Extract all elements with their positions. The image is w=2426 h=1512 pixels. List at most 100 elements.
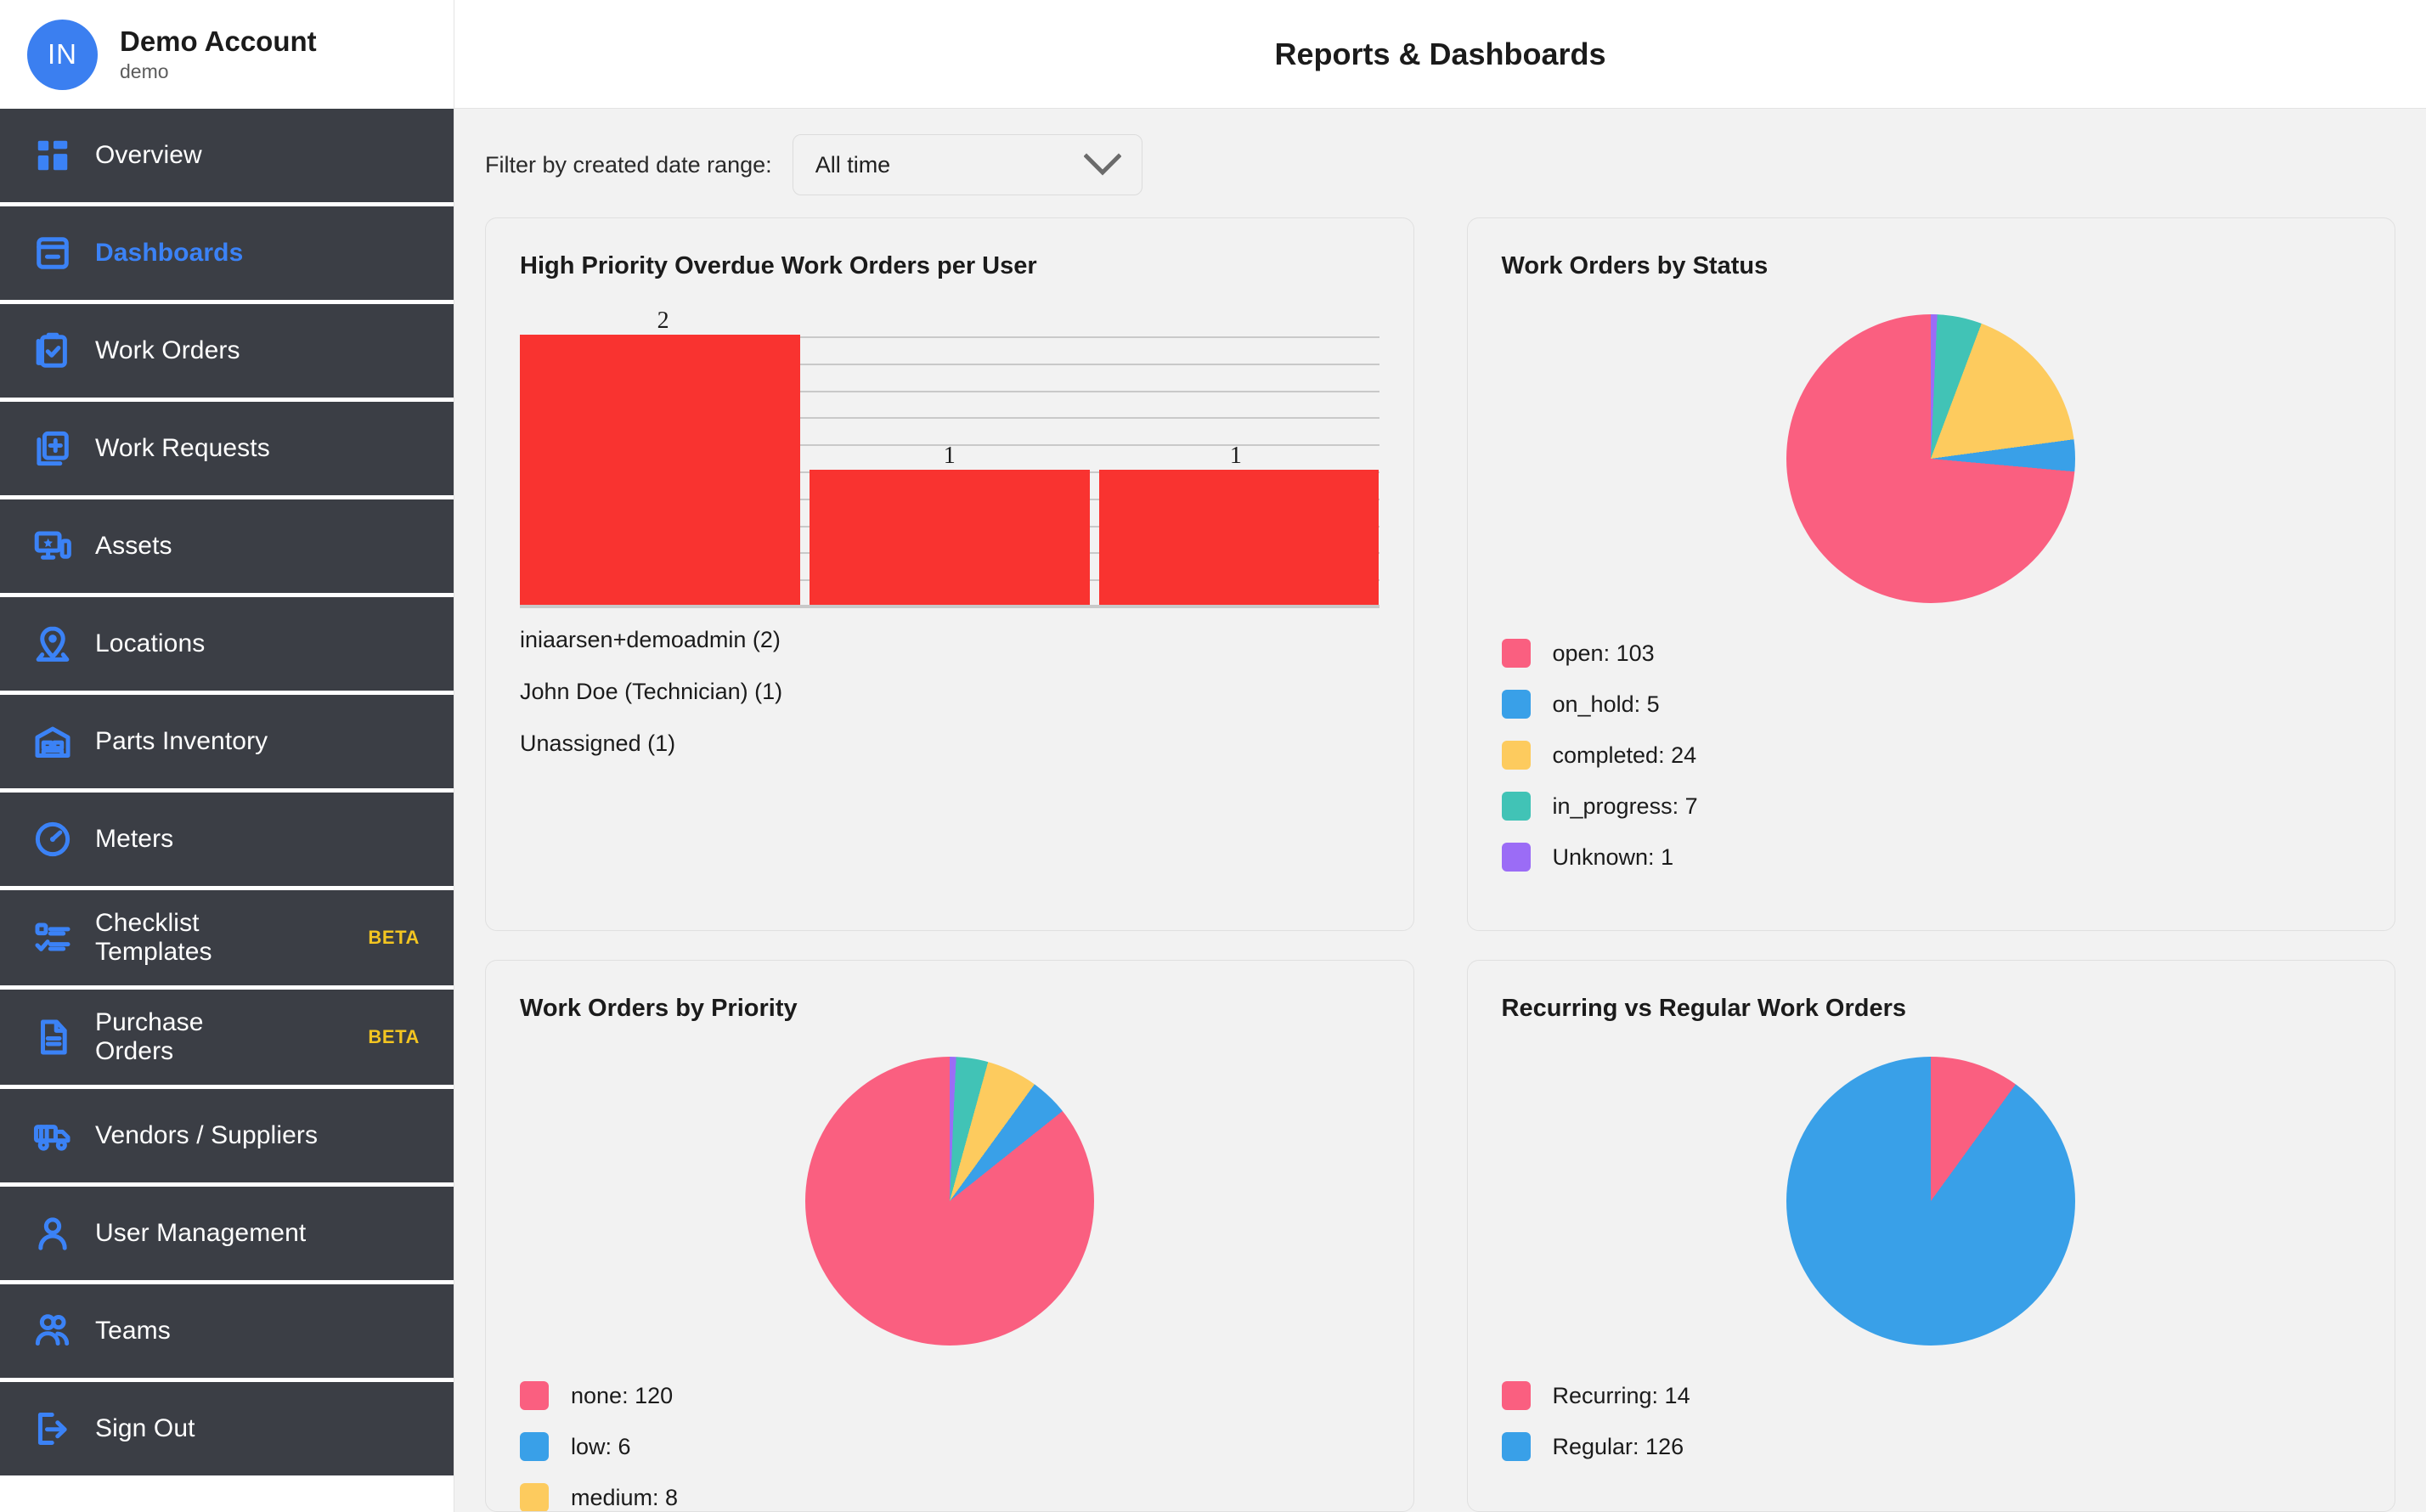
sidebar-item-assets[interactable]: Assets [0,499,454,593]
sidebar-item-purchase-orders[interactable]: Purchase Orders BETA [0,990,454,1085]
bar[interactable] [1098,470,1379,605]
sidebar-item-work-requests[interactable]: Work Requests [0,402,454,495]
monitor-star-icon [29,527,76,566]
page-title: Reports & Dashboards [1274,36,1606,71]
truck-icon [29,1116,76,1155]
filter-bar: Filter by created date range: All time [454,109,2426,217]
legend-item: in_progress: 7 [1501,792,1698,821]
bars [520,335,1379,605]
legend-label: completed: 24 [1552,742,1697,768]
warehouse-icon [29,722,76,761]
sidebar-item-label: Teams [95,1317,171,1346]
sidebar-item-vendors-suppliers[interactable]: Vendors / Suppliers [0,1089,454,1182]
date-range-select[interactable]: All time [792,134,1142,195]
legend-item: completed: 24 [1501,741,1698,770]
pie-legend-status: open: 103 on_hold: 5 completed: 24 in_progr… [1501,639,1698,872]
bar-plot-area [520,335,1379,608]
bar[interactable] [520,335,800,605]
account-name: Demo Account [120,25,317,57]
legend-label: low: 6 [571,1433,631,1459]
filter-label: Filter by created date range: [485,151,772,178]
sidebar-item-sign-out[interactable]: Sign Out [0,1382,454,1475]
bar-chart: 211 [520,307,1379,608]
sidebar-item-teams[interactable]: Teams [0,1284,454,1378]
clipboard-check-icon [29,331,76,370]
sidebar-item-label: User Management [95,1219,307,1248]
card-title: Work Orders by Status [1501,252,1769,279]
sidebar: IN Demo Account demo Overview Dashboards W… [0,0,454,1512]
pie-chart-priority [804,1057,1094,1346]
main-content: Reports & Dashboards Filter by created d… [454,0,2426,1512]
bar-legend-item: Unassigned (1) [520,731,676,756]
account-subtitle: demo [120,60,169,83]
checklist-icon [29,918,76,957]
legend-label: none: 120 [571,1382,674,1408]
legend-swatch [1501,1381,1531,1410]
chevron-down-icon [1083,153,1121,177]
user-icon [29,1214,76,1253]
bar-value-labels: 211 [520,307,1379,469]
sidebar-item-label: Purchase Orders [95,1008,204,1065]
bar-value-label: 2 [657,307,669,334]
account-header[interactable]: IN Demo Account demo [0,0,454,109]
legend-label: medium: 8 [571,1484,679,1510]
card-title: High Priority Overdue Work Orders per Us… [520,252,1037,279]
sidebar-item-parts-inventory[interactable]: Parts Inventory [0,695,454,788]
sidebar-item-label: Dashboards [95,239,244,268]
legend-item: none: 120 [520,1381,678,1410]
card-recurring-vs-regular: Recurring vs Regular Work Orders Recurri… [1466,960,2395,1512]
pie-chart-recurring [1786,1057,2076,1346]
legend-swatch [1501,1432,1531,1461]
sidebar-nav: Overview Dashboards Work Orders Work Reques… [0,109,454,1480]
account-text: Demo Account demo [120,25,317,83]
legend-item: low: 6 [520,1432,678,1461]
dashboard-grid: High Priority Overdue Work Orders per Us… [454,217,2426,1512]
sidebar-item-checklist-templates[interactable]: Checklist Templates BETA [0,890,454,985]
top-bar: Reports & Dashboards [454,0,2426,109]
sidebar-item-label: Work Orders [95,336,240,365]
sidebar-item-meters[interactable]: Meters [0,793,454,886]
dashboard-icon [29,234,76,273]
gridline [520,606,1379,608]
sidebar-item-user-management[interactable]: User Management [0,1187,454,1280]
sidebar-item-label: Work Requests [95,434,270,463]
legend-item: Regular: 126 [1501,1432,1690,1461]
sidebar-item-locations[interactable]: Locations [0,597,454,691]
card-title: Recurring vs Regular Work Orders [1501,995,1907,1022]
grid-icon [29,136,76,175]
sidebar-item-label: Vendors / Suppliers [95,1121,319,1150]
sidebar-item-dashboards[interactable]: Dashboards [0,206,454,300]
legend-item: on_hold: 5 [1501,690,1698,719]
legend-item: open: 103 [1501,639,1698,668]
bar-legend: iniaarsen+demoadmin (2) John Doe (Technic… [520,627,1379,757]
pie-area [1502,285,2361,603]
sidebar-item-label: Meters [95,825,174,854]
legend-item: Recurring: 14 [1501,1381,1690,1410]
sidebar-item-label: Overview [95,141,202,170]
avatar-initials: IN [48,38,77,70]
pie-area [1502,1028,2361,1346]
legend-swatch [1501,639,1531,668]
card-work-orders-by-status: Work Orders by Status open: 103 on_hold: … [1466,217,2395,931]
pie-area [520,1028,1379,1346]
legend-swatch [520,1483,549,1511]
card-work-orders-by-priority: Work Orders by Priority none: 120 low: 6 m… [485,960,1414,1512]
gauge-icon [29,820,76,859]
legend-label: open: 103 [1552,640,1655,666]
sidebar-item-work-orders[interactable]: Work Orders [0,304,454,398]
app-root: IN Demo Account demo Overview Dashboards W… [0,0,2426,1512]
legend-item: Unknown: 1 [1501,843,1698,872]
bar-legend-item: John Doe (Technician) (1) [520,679,783,704]
bar[interactable] [809,470,1090,605]
beta-badge: BETA [368,1026,420,1047]
legend-swatch [520,1432,549,1461]
map-pin-icon [29,624,76,663]
card-title: Work Orders by Priority [520,995,798,1022]
sign-out-icon [29,1409,76,1448]
sidebar-item-label: Parts Inventory [95,727,268,756]
bar-legend-item: iniaarsen+demoadmin (2) [520,627,781,652]
sidebar-item-overview[interactable]: Overview [0,109,454,202]
users-icon [29,1312,76,1351]
legend-label: Unknown: 1 [1552,843,1674,870]
date-range-value: All time [815,151,891,178]
